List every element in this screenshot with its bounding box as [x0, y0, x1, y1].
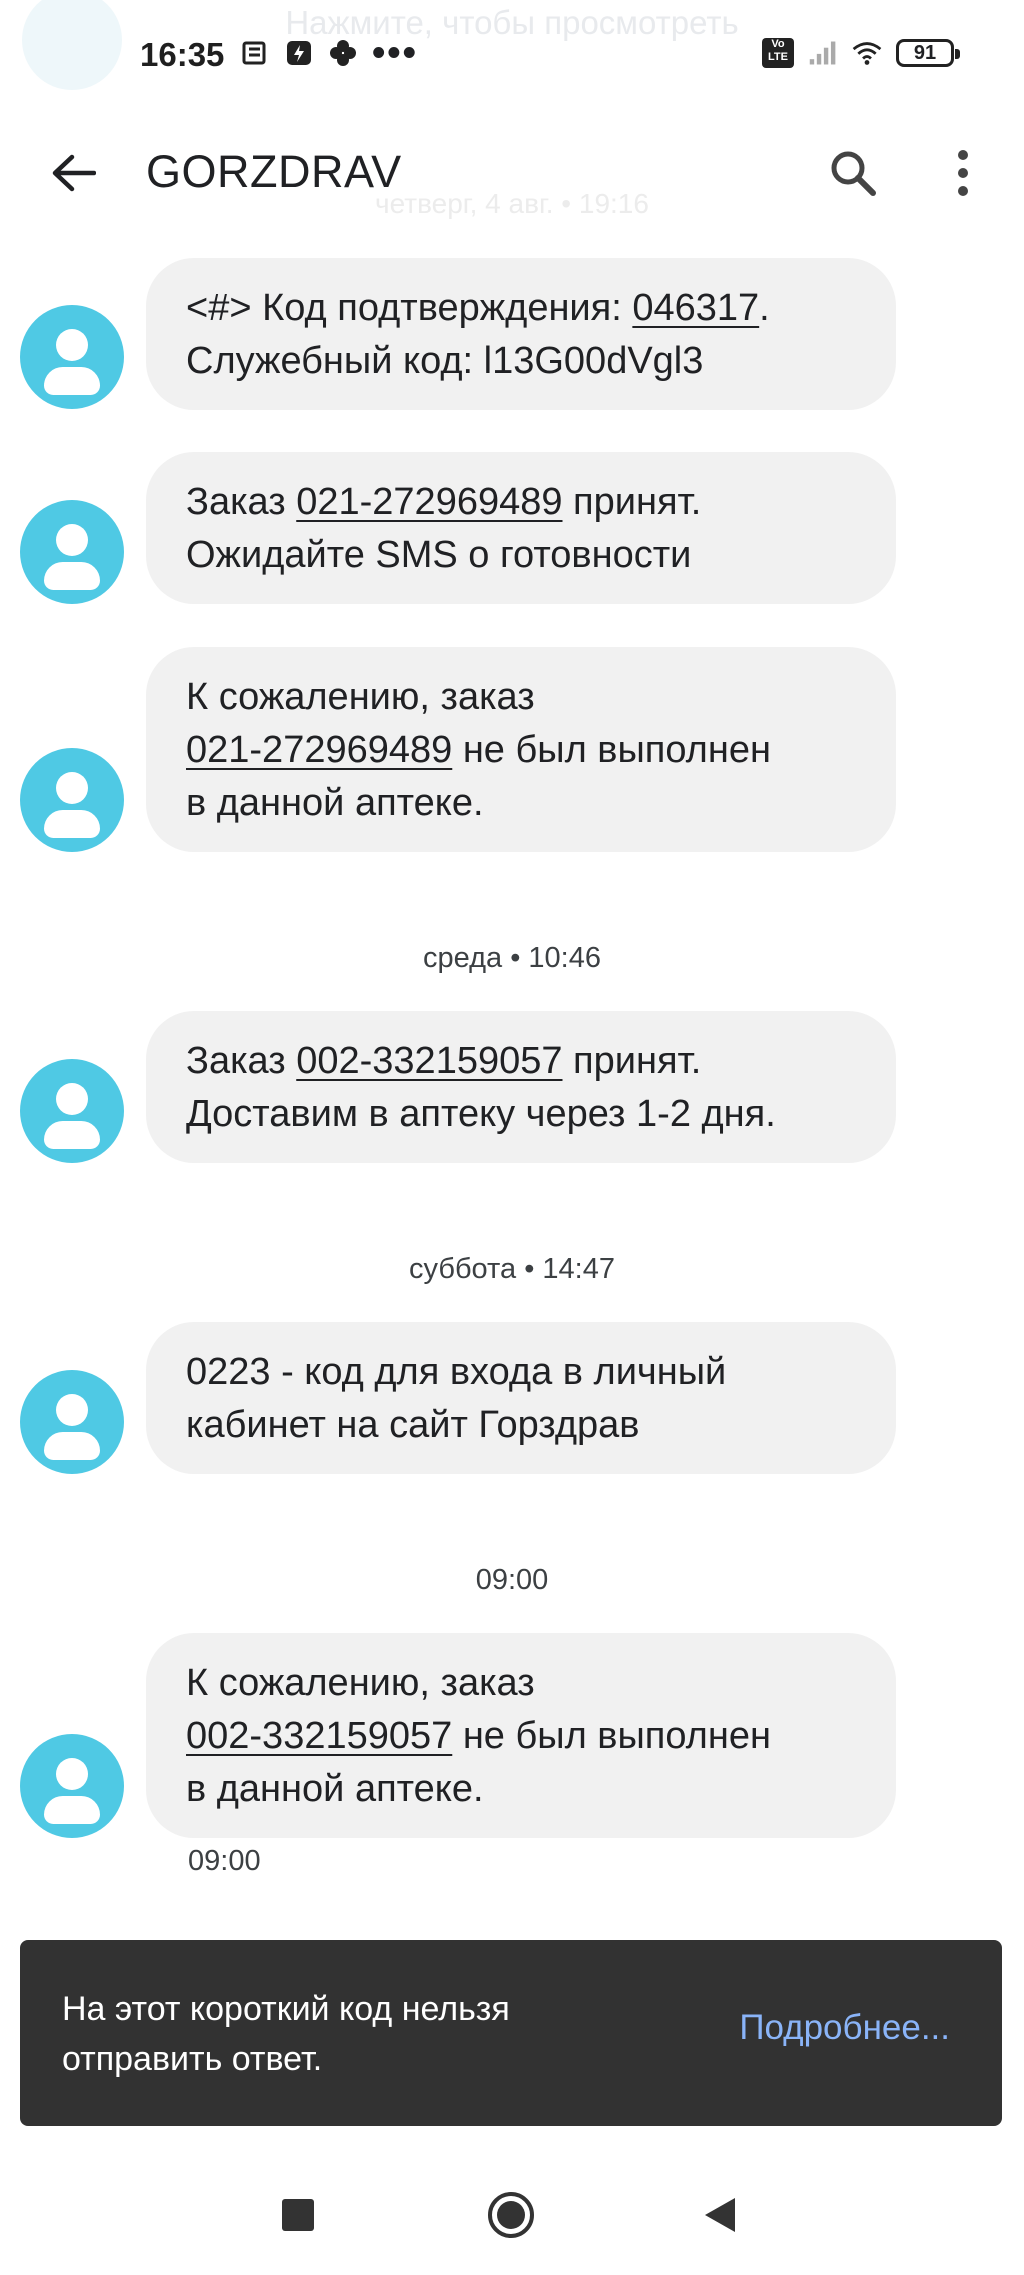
day-separator: среда • 10:46: [422, 942, 601, 974]
back-nav-button[interactable]: [685, 2180, 755, 2250]
message-bubble[interactable]: 0223 - код для входа в личный кабинет на…: [146, 1322, 896, 1474]
wifi-icon: [852, 38, 882, 68]
snackbar: На этот короткий код нельзя отправить от…: [20, 1940, 1002, 2126]
clover-icon: [328, 38, 358, 68]
order-number-link[interactable]: 002-332159057: [296, 1040, 562, 1082]
square-icon: [282, 2199, 314, 2231]
home-button[interactable]: [476, 2180, 546, 2250]
message-line: в данной аптеке.: [186, 782, 484, 824]
message-line: 0223 - код для входа в личный: [186, 1351, 727, 1393]
circle-icon: [488, 2192, 534, 2238]
message-bubble[interactable]: Заказ 021-272969489 принят. Ожидайте SMS…: [146, 452, 896, 604]
message-line: 021-272969489 не был выполнен: [186, 729, 771, 771]
order-number-link[interactable]: 021-272969489: [186, 729, 452, 771]
notification-icons: •••: [240, 32, 418, 74]
message-bubble[interactable]: К сожалению, заказ 002-332159057 не был …: [146, 1633, 896, 1838]
avatar[interactable]: [20, 1734, 124, 1838]
faded-date-header: четверг, 4 авг. • 19:16: [375, 188, 649, 219]
avatar[interactable]: [20, 748, 124, 852]
message-line: Заказ 002-332159057 принят.: [186, 1040, 702, 1082]
battery-icon: 91: [896, 39, 960, 67]
arrow-back-icon: [52, 154, 96, 192]
snackbar-message: На этот короткий код нельзя отправить от…: [62, 1984, 622, 2084]
message-line: в данной аптеке.: [186, 1768, 484, 1810]
message-bubble[interactable]: Заказ 002-332159057 принят. Доставим в а…: [146, 1011, 896, 1163]
snackbar-line: отправить ответ.: [62, 2040, 323, 2078]
avatar[interactable]: [20, 305, 124, 409]
message-line: кабинет на сайт Горздрав: [186, 1404, 640, 1446]
message-bubble[interactable]: К сожалению, заказ 021-272969489 не был …: [146, 647, 896, 852]
volte-icon: Vo LTE: [762, 38, 794, 68]
message-line: Заказ 021-272969489 принят.: [186, 481, 702, 523]
learn-more-button[interactable]: Подробнее...: [739, 2008, 950, 2048]
message-line: <#> Код подтверждения: 046317.: [186, 287, 770, 329]
app-icon: [284, 38, 314, 68]
news-icon: [240, 38, 270, 68]
status-bar: Нажмите, чтобы просмотреть 16:35 ••• Vo …: [0, 0, 1024, 110]
order-number-link[interactable]: 021-272969489: [296, 481, 562, 523]
triangle-back-icon: [705, 2198, 735, 2232]
signal-icon: [808, 38, 838, 68]
order-number-link[interactable]: 002-332159057: [186, 1715, 452, 1757]
snackbar-line: На этот короткий код нельзя: [62, 1990, 510, 2028]
recents-button[interactable]: [263, 2180, 333, 2250]
message-line: Служебный код: l13G00dVgl3: [186, 340, 704, 382]
message-line: Доставим в аптеку через 1-2 дня.: [186, 1093, 776, 1135]
more-notifications-icon: •••: [372, 32, 418, 74]
day-separator: суббота • 14:47: [409, 1253, 615, 1285]
avatar[interactable]: [20, 1370, 124, 1474]
message-line: 002-332159057 не был выполнен: [186, 1715, 771, 1757]
avatar[interactable]: [20, 1059, 124, 1163]
message-line: К сожалению, заказ: [186, 1662, 535, 1704]
day-separator: 09:00: [475, 1564, 549, 1596]
message-line: Ожидайте SMS о готовности: [186, 534, 692, 576]
status-time: 16:35: [140, 36, 225, 73]
avatar[interactable]: [20, 500, 124, 604]
navigation-bar: [0, 2150, 1024, 2275]
system-icons: Vo LTE 91: [762, 38, 960, 68]
message-timestamp: 09:00: [188, 1845, 261, 1877]
code-link[interactable]: 046317: [632, 287, 759, 329]
message-line: К сожалению, заказ: [186, 676, 535, 718]
message-bubble[interactable]: <#> Код подтверждения: 046317. Служебный…: [146, 258, 896, 410]
